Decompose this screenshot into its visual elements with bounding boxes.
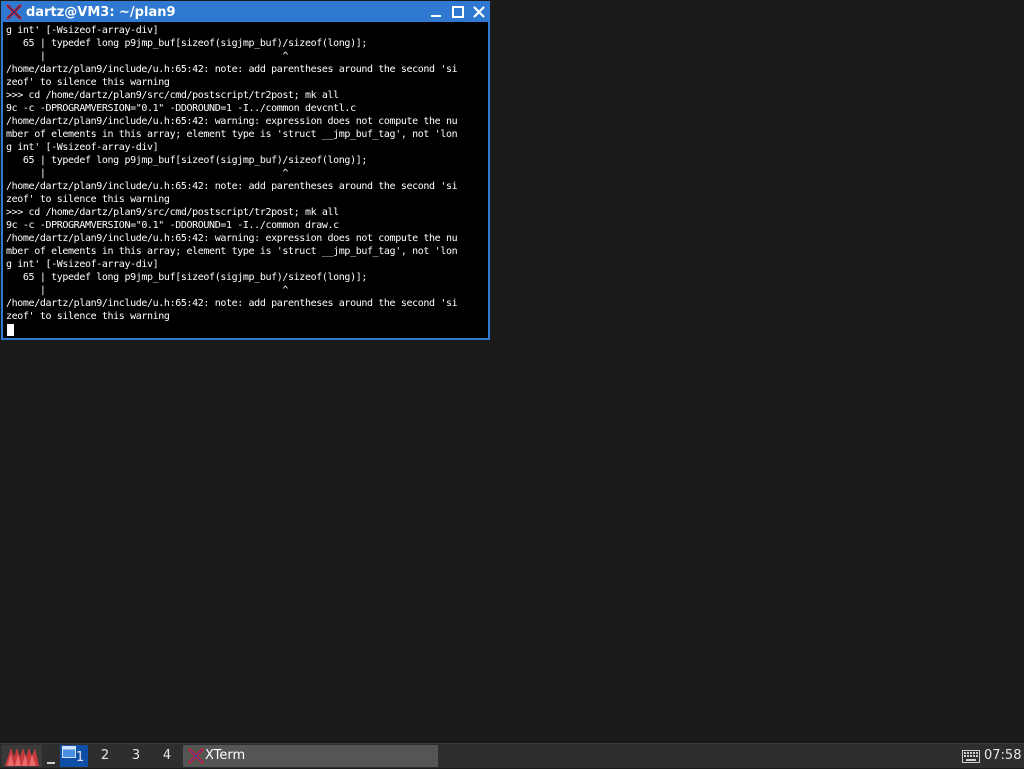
- xterm-icon: [6, 4, 22, 20]
- terminal-line: 9c -c -DPROGRAMVERSION="0.1" -DDOROUND=1…: [6, 103, 356, 114]
- terminal-lines: g int' [-Wsizeof-array-div] 65 | typedef…: [6, 24, 458, 323]
- terminal-line: zeof' to silence this warning: [6, 311, 170, 322]
- workspace-2-button[interactable]: 2: [91, 745, 119, 767]
- terminal-line: | ^: [6, 168, 289, 179]
- taskbar-xterm-label: XTerm: [205, 748, 246, 763]
- workspace-4-button[interactable]: 4: [153, 745, 181, 767]
- terminal-line: >>> cd /home/dartz/plan9/src/cmd/postscr…: [6, 90, 339, 101]
- minimize-icon[interactable]: [428, 4, 444, 20]
- terminal-line: 65 | typedef long p9jmp_buf[sizeof(sigjm…: [6, 155, 367, 166]
- maximize-icon[interactable]: [450, 4, 466, 20]
- taskbar: 1 2 3 4 XTerm 07:58: [0, 743, 1024, 768]
- clock[interactable]: 07:58: [984, 744, 1021, 768]
- workspace-1-button[interactable]: 1: [60, 745, 88, 767]
- terminal-line: | ^: [6, 51, 289, 62]
- terminal-line: /home/dartz/plan9/include/u.h:65:42: not…: [6, 298, 458, 309]
- terminal-line: /home/dartz/plan9/include/u.h:65:42: war…: [6, 116, 458, 127]
- workspace-1-label: 1: [75, 750, 85, 765]
- terminal-cursor: [7, 324, 14, 336]
- workspace-3-button[interactable]: 3: [122, 745, 150, 767]
- show-desktop-icon[interactable]: [44, 746, 58, 766]
- terminal-line: /home/dartz/plan9/include/u.h:65:42: not…: [6, 181, 458, 192]
- terminal-line: g int' [-Wsizeof-array-div]: [6, 142, 159, 153]
- terminal-line: /home/dartz/plan9/include/u.h:65:42: not…: [6, 64, 458, 75]
- terminal-line: mber of elements in this array; element …: [6, 246, 458, 257]
- window-titlebar[interactable]: dartz@VM3: ~/plan9: [3, 3, 488, 22]
- terminal-line: zeof' to silence this warning: [6, 77, 170, 88]
- keyboard-icon[interactable]: [962, 750, 980, 763]
- terminal-line: 9c -c -DPROGRAMVERSION="0.1" -DDOROUND=1…: [6, 220, 339, 231]
- terminal-line: | ^: [6, 285, 289, 296]
- terminal-line: g int' [-Wsizeof-array-div]: [6, 259, 159, 270]
- terminal-line: zeof' to silence this warning: [6, 194, 170, 205]
- close-icon[interactable]: [471, 4, 487, 20]
- window-title: dartz@VM3: ~/plan9: [26, 5, 176, 20]
- terminal-line: 65 | typedef long p9jmp_buf[sizeof(sigjm…: [6, 272, 367, 283]
- terminal-line: >>> cd /home/dartz/plan9/src/cmd/postscr…: [6, 207, 339, 218]
- xterm-icon: [188, 748, 204, 764]
- terminal-line: mber of elements in this array; element …: [6, 129, 458, 140]
- menu-logo-icon[interactable]: [2, 745, 42, 767]
- terminal-line: /home/dartz/plan9/include/u.h:65:42: war…: [6, 233, 458, 244]
- terminal-line: g int' [-Wsizeof-array-div]: [6, 25, 159, 36]
- terminal-output[interactable]: g int' [-Wsizeof-array-div] 65 | typedef…: [3, 22, 488, 338]
- xterm-window[interactable]: dartz@VM3: ~/plan9 g int' [-Wsizeof-arra…: [1, 1, 490, 340]
- taskbar-xterm-button[interactable]: XTerm: [183, 745, 438, 767]
- terminal-line: 65 | typedef long p9jmp_buf[sizeof(sigjm…: [6, 38, 367, 49]
